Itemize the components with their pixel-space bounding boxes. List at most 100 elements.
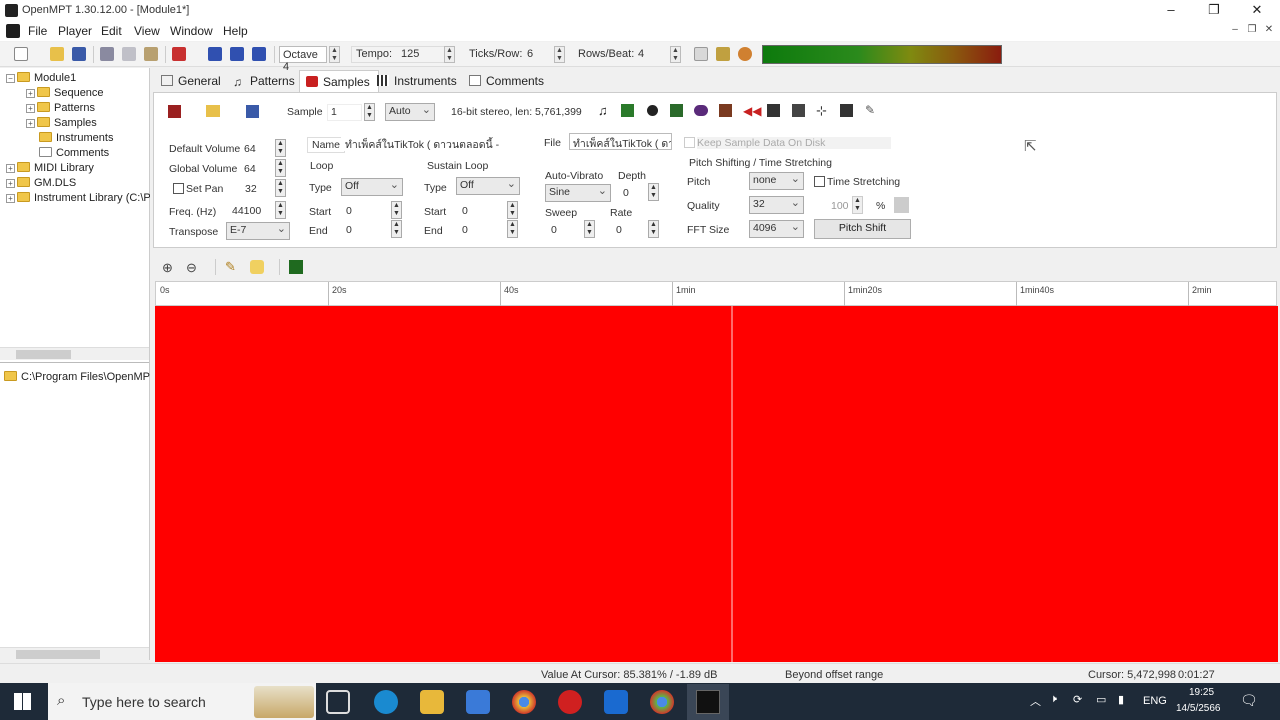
set-pan-spinner[interactable]: ▲ ▼ xyxy=(275,179,286,197)
tree-item-samples[interactable]: + Samples xyxy=(26,117,97,129)
file-browser-path[interactable]: C:\Program Files\OpenMPT xyxy=(4,371,150,383)
metronome-icon[interactable] xyxy=(694,47,708,61)
depth-value[interactable]: 0 xyxy=(623,187,629,199)
menu-edit[interactable]: Edit xyxy=(101,24,122,38)
invert-icon[interactable]: ◀◀ xyxy=(743,104,761,118)
octave-field[interactable]: Octave 4 xyxy=(279,46,327,73)
sustain-start-spinner[interactable]: ▲ ▼ xyxy=(507,201,518,219)
sticky-note-icon[interactable] xyxy=(250,260,264,274)
global-volume-spinner[interactable]: ▲ ▼ xyxy=(275,159,286,177)
waveform-view[interactable] xyxy=(155,306,1278,662)
freq-value[interactable]: 44100 xyxy=(232,205,261,217)
octave-spinner[interactable]: ▲ ▼ xyxy=(329,46,340,63)
mdi-restore-icon[interactable]: ❐ xyxy=(1245,24,1259,38)
cut-icon[interactable] xyxy=(100,47,114,61)
pause-icon[interactable] xyxy=(230,47,244,61)
file-explorer-icon[interactable] xyxy=(420,690,444,714)
scrollbar-thumb[interactable] xyxy=(16,350,71,359)
sample-mode-select[interactable]: Auto xyxy=(385,103,435,121)
rows-per-beat-spinner[interactable]: ▲ ▼ xyxy=(670,46,681,63)
loop-end-spinner[interactable]: ▲ ▼ xyxy=(391,220,402,238)
clock-time[interactable]: 19:25 xyxy=(1189,687,1214,698)
play-note-icon[interactable]: ♫ xyxy=(598,103,612,119)
depth-spinner[interactable]: ▲ ▼ xyxy=(648,183,659,201)
mdi-document-icon[interactable] xyxy=(6,24,20,38)
record-icon[interactable] xyxy=(647,105,658,116)
grid-icon[interactable] xyxy=(289,260,303,274)
sample-number-spinner[interactable]: ▲ ▼ xyxy=(364,103,375,121)
new-file-icon[interactable] xyxy=(14,47,28,61)
mdi-minimize-icon[interactable]: – xyxy=(1228,24,1242,38)
loop-type-select[interactable]: Off xyxy=(341,178,403,196)
tab-samples[interactable]: Samples xyxy=(299,70,379,92)
taskbar-search[interactable]: ⌕ Type here to search xyxy=(48,683,316,720)
tree-horizontal-scrollbar[interactable] xyxy=(0,347,149,360)
menu-file[interactable]: File xyxy=(28,24,47,38)
play-icon[interactable] xyxy=(208,47,222,61)
amplify-icon[interactable] xyxy=(670,104,683,117)
midi-record-icon[interactable] xyxy=(172,47,186,61)
resample-icon[interactable] xyxy=(840,104,853,117)
sustain-end-value[interactable]: 0 xyxy=(462,224,468,236)
remove-dc-icon[interactable] xyxy=(792,104,805,117)
tree-item-instrument-library[interactable]: + Instrument Library (C:\P xyxy=(6,192,150,204)
pitch-shift-button[interactable]: Pitch Shift xyxy=(814,219,911,239)
menu-window[interactable]: Window xyxy=(170,24,213,38)
tree-item-sequence[interactable]: + Sequence xyxy=(26,87,104,99)
ticks-value[interactable]: 6 xyxy=(527,48,533,60)
scrollbar-thumb[interactable] xyxy=(16,650,100,659)
tray-chevron-icon[interactable]: ︿ xyxy=(1030,693,1041,709)
freq-spinner[interactable]: ▲ ▼ xyxy=(275,201,286,219)
close-icon[interactable]: ✕ xyxy=(1249,2,1265,18)
set-pan-value[interactable]: 32 xyxy=(245,183,257,195)
openmpt-taskbar-active[interactable] xyxy=(687,684,729,720)
settings-icon[interactable] xyxy=(716,47,730,61)
tree-root-module[interactable]: − Module1 xyxy=(6,72,76,84)
tab-patterns[interactable]: ♫ Patterns xyxy=(227,70,303,92)
vibrato-type-select[interactable]: Sine xyxy=(545,184,611,202)
tree-item-midi-library[interactable]: + MIDI Library xyxy=(6,162,94,174)
notifications-icon[interactable]: 🗨 xyxy=(1240,692,1258,709)
splitter[interactable] xyxy=(0,362,149,363)
loop-start-value[interactable]: 0 xyxy=(346,205,352,217)
stretch-preview-button[interactable] xyxy=(894,197,909,213)
tree-item-comments[interactable]: Comments xyxy=(39,147,109,159)
rows-per-beat-value[interactable]: 4 xyxy=(638,48,644,60)
rate-value[interactable]: 0 xyxy=(616,224,622,236)
sample-number-field[interactable]: 1 xyxy=(327,104,362,121)
time-stretching-checkbox[interactable] xyxy=(814,176,825,187)
minimize-icon[interactable]: – xyxy=(1163,2,1179,18)
mdi-close-icon[interactable]: ✕ xyxy=(1262,24,1276,38)
sample-name-field[interactable]: ทำเพ็คส์ในTikTok ( ดาวนตลอดนี้ - xyxy=(341,134,521,151)
quality-select[interactable]: 32 xyxy=(749,196,804,214)
paste-icon[interactable] xyxy=(144,47,158,61)
sustain-start-value[interactable]: 0 xyxy=(462,205,468,217)
tree-item-gm-dls[interactable]: + GM.DLS xyxy=(6,177,76,189)
plugin-icon[interactable] xyxy=(738,47,752,61)
global-volume-value[interactable]: 64 xyxy=(244,163,256,175)
stretch-percent-spinner[interactable]: ▲ ▼ xyxy=(852,196,863,214)
task-view-icon[interactable] xyxy=(326,690,350,714)
menu-player[interactable]: Player xyxy=(58,24,92,38)
fft-size-select[interactable]: 4096 xyxy=(749,220,804,238)
menu-view[interactable]: View xyxy=(134,24,160,38)
tab-instruments[interactable]: Instruments xyxy=(371,70,465,92)
tree-item-instruments[interactable]: Instruments xyxy=(39,132,113,144)
signed-icon[interactable] xyxy=(767,104,780,117)
sample-editor-icon[interactable]: ✎ xyxy=(865,103,878,117)
rate-spinner[interactable]: ▲ ▼ xyxy=(648,220,659,238)
network-icon[interactable]: ▭ xyxy=(1096,693,1106,706)
microphone-icon[interactable]: ▮ xyxy=(1118,693,1124,706)
zoom-out-icon[interactable]: ⊖ xyxy=(186,260,197,276)
reverse-icon[interactable] xyxy=(694,105,708,116)
loop-end-value[interactable]: 0 xyxy=(346,224,352,236)
crossfade-icon[interactable]: ⊹ xyxy=(816,103,829,118)
draw-pencil-icon[interactable]: ✎ xyxy=(225,259,236,275)
chrome-icon[interactable] xyxy=(512,690,536,714)
sweep-value[interactable]: 0 xyxy=(551,224,557,236)
tab-general[interactable]: General xyxy=(155,70,229,92)
volume-icon[interactable]: 🕨 xyxy=(1050,693,1057,706)
clock-date[interactable]: 14/5/2566 xyxy=(1176,703,1221,714)
open-sample-icon[interactable] xyxy=(206,105,220,117)
tempo-spinner[interactable]: ▲ ▼ xyxy=(444,46,455,63)
